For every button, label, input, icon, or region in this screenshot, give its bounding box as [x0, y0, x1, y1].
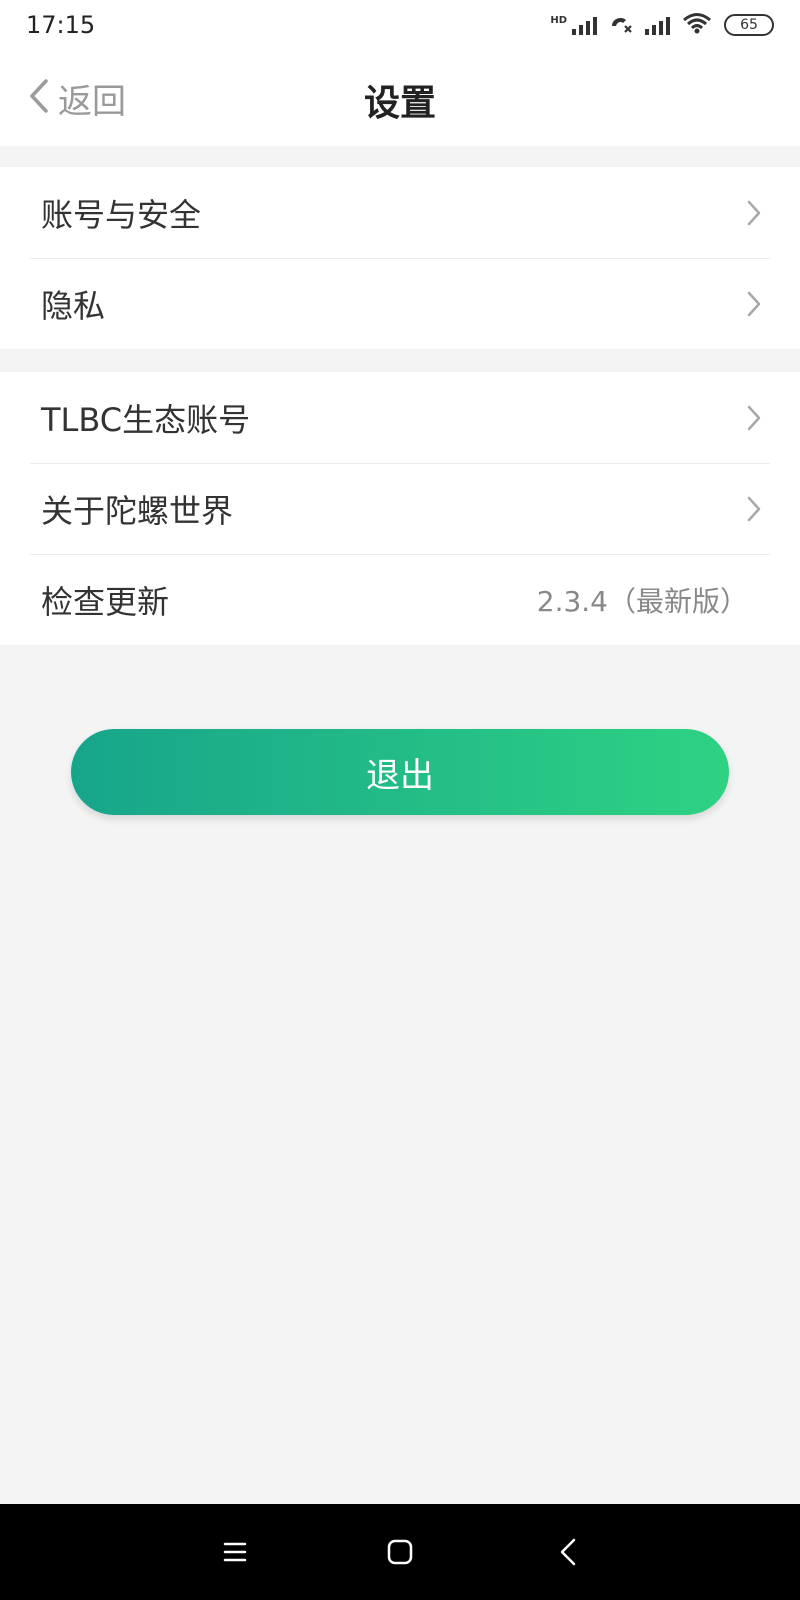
logout-button[interactable]: 退出	[71, 729, 729, 815]
signal-icon-2	[645, 15, 670, 35]
settings-group-account: 账号与安全 隐私	[0, 167, 800, 349]
settings-item-about[interactable]: 关于陀螺世界	[0, 463, 800, 554]
chevron-right-icon	[746, 495, 762, 527]
chevron-right-icon	[746, 199, 762, 231]
status-bar: 17:15 HD 65	[0, 0, 800, 50]
battery-icon: 65	[724, 14, 774, 36]
settings-item-label: 关于陀螺世界	[41, 491, 234, 530]
settings-item-privacy[interactable]: 隐私	[0, 258, 800, 349]
settings-item-tlbc-account[interactable]: TLBC生态账号	[0, 372, 800, 463]
settings-item-label: TLBC生态账号	[41, 400, 251, 439]
signal-icon: HD	[550, 15, 597, 35]
header-bar: 返回 设置	[0, 50, 800, 146]
settings-item-label: 检查更新	[41, 582, 170, 621]
home-icon[interactable]	[382, 1534, 418, 1570]
version-value: 2.3.4（最新版）	[536, 584, 748, 618]
page-title: 设置	[363, 83, 436, 124]
status-time: 17:15	[26, 11, 96, 39]
back-icon[interactable]	[551, 1534, 587, 1570]
settings-group-about: TLBC生态账号 关于陀螺世界 检查更新 2.3.4（最新版）	[0, 372, 800, 645]
network-type-label: HD	[550, 15, 567, 26]
menu-icon[interactable]	[217, 1534, 253, 1570]
settings-screen: 17:15 HD 65 返回 设置 账号与安全 隐私 TLBC生态账号 关于陀螺…	[0, 0, 800, 1600]
chevron-right-icon	[746, 290, 762, 322]
chevron-right-icon	[746, 404, 762, 436]
status-icons: HD 65	[550, 12, 774, 38]
call-icon	[609, 12, 633, 38]
settings-item-label: 隐私	[41, 286, 106, 325]
system-nav-bar	[0, 1504, 800, 1600]
settings-item-label: 账号与安全	[41, 195, 202, 234]
wifi-icon	[682, 12, 712, 38]
settings-item-check-update[interactable]: 检查更新 2.3.4（最新版）	[0, 554, 800, 645]
settings-item-account-security[interactable]: 账号与安全	[0, 167, 800, 258]
